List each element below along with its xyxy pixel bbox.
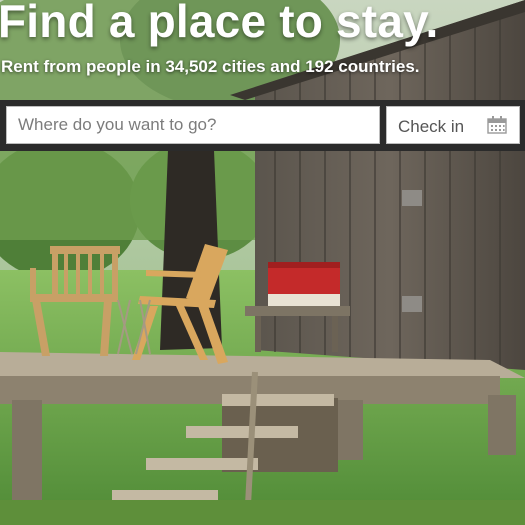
- search-bar: Check in: [0, 100, 525, 151]
- hero-section: Find a place to stay. Rent from people i…: [0, 0, 525, 525]
- calendar-icon: [487, 116, 507, 134]
- page-title: Find a place to stay.: [0, 0, 439, 47]
- page-subtitle: Rent from people in 34,502 cities and 19…: [1, 57, 420, 76]
- destination-search-input[interactable]: [6, 106, 380, 144]
- check-in-date-picker[interactable]: Check in: [386, 106, 520, 144]
- check-in-label: Check in: [398, 117, 465, 136]
- hero-background-photo: [0, 0, 525, 525]
